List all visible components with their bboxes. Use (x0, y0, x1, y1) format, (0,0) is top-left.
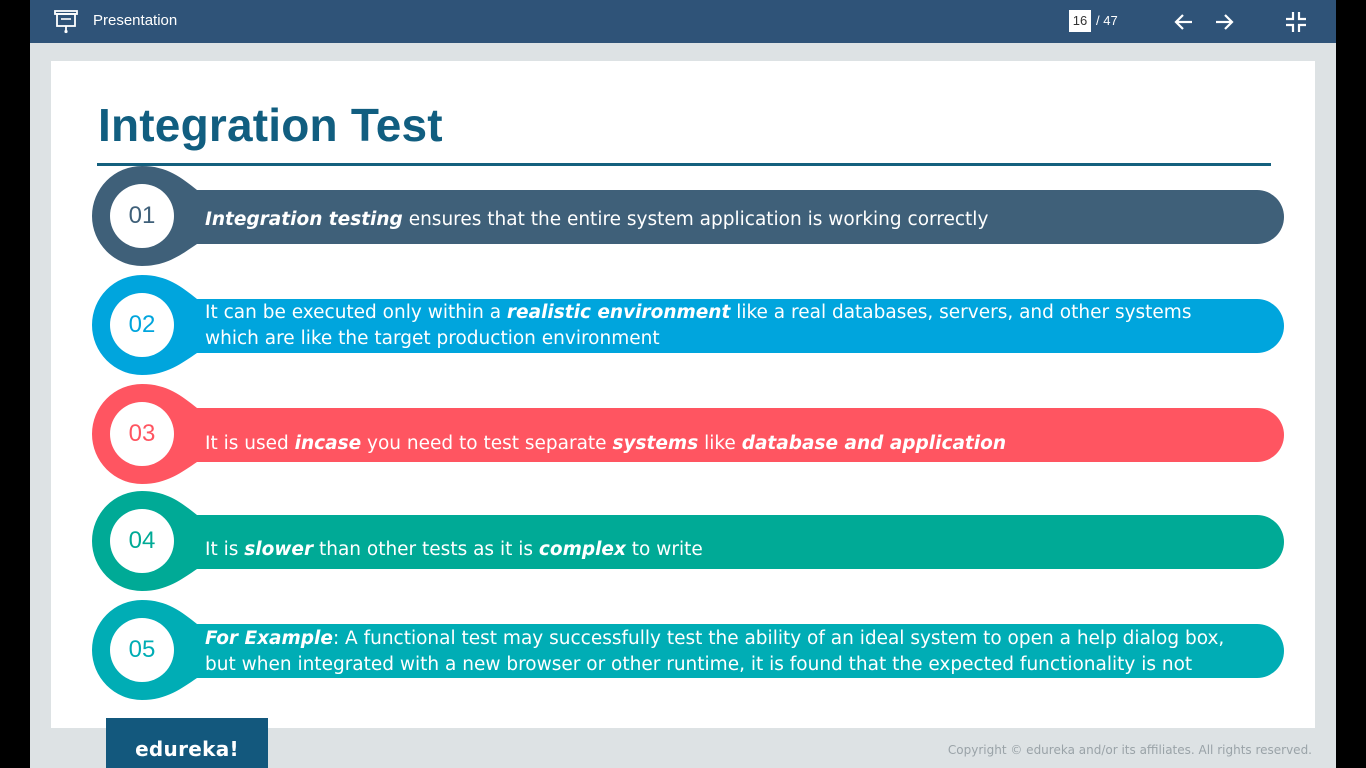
item-number: 02 (128, 311, 156, 338)
list-item: 05 For Example: A functional test may suc… (92, 600, 1285, 701)
body-text: to write (625, 539, 703, 560)
item-number: 03 (128, 420, 156, 447)
body-text: than other tests as it is (313, 539, 539, 560)
emphasis-text: Integration testing (205, 209, 403, 230)
body-text: It is used (205, 433, 295, 454)
copyright-text: Copyright © edureka and/or its affiliate… (947, 743, 1312, 757)
list-item: 02 It can be executed only within a reali… (92, 275, 1285, 375)
slide: Integration Test 01 Integration testing e… (51, 61, 1315, 728)
body-text: It is (205, 539, 245, 560)
item-text: It can be executed only within a realist… (205, 300, 1245, 352)
list-item: 01 Integration testing ensures that the e… (92, 166, 1285, 266)
item-text: Integration testing ensures that the ent… (205, 207, 1245, 233)
current-page-input[interactable]: 16 (1069, 10, 1091, 32)
emphasis-text: realistic environment (506, 302, 731, 323)
item-text: For Example: A functional test may succe… (205, 626, 1245, 704)
item-number: 05 (128, 636, 156, 663)
item-text: It is used incase you need to test separ… (205, 431, 1245, 457)
item-number: 04 (128, 527, 156, 554)
page-total: / 47 (1096, 13, 1118, 28)
toolbar: Presentation 16 / 47 (30, 0, 1336, 43)
item-text: It is slower than other tests as it is c… (205, 537, 1245, 563)
list-item: 04 It is slower than other tests as it is… (92, 491, 1285, 591)
edureka-logo: edureka! (106, 718, 268, 768)
body-text: like (698, 433, 742, 454)
presentation-icon[interactable] (53, 8, 79, 34)
body-text: ensures that the entire system applicati… (402, 209, 989, 230)
emphasis-text: database and application (741, 433, 1006, 454)
emphasis-text: systems (612, 433, 699, 454)
slide-heading: Integration Test (98, 99, 443, 151)
emphasis-text: incase (294, 433, 362, 454)
list-item: 03 It is used incase you need to test sep… (92, 384, 1285, 484)
arrow-right-icon[interactable] (1212, 10, 1236, 34)
emphasis-text: For Example (205, 628, 333, 649)
presentation-viewer: Presentation 16 / 47 Integration Test 01… (30, 0, 1336, 768)
body-text: : A functional test may successfully tes… (205, 628, 1225, 701)
emphasis-text: slower (244, 539, 314, 560)
toolbar-title: Presentation (93, 12, 178, 29)
body-text: you need to test separate (361, 433, 613, 454)
exit-fullscreen-icon[interactable] (1284, 10, 1308, 34)
body-text: It can be executed only within a (205, 302, 507, 323)
item-number: 01 (128, 202, 156, 229)
arrow-left-icon[interactable] (1172, 10, 1196, 34)
emphasis-text: complex (538, 539, 626, 560)
